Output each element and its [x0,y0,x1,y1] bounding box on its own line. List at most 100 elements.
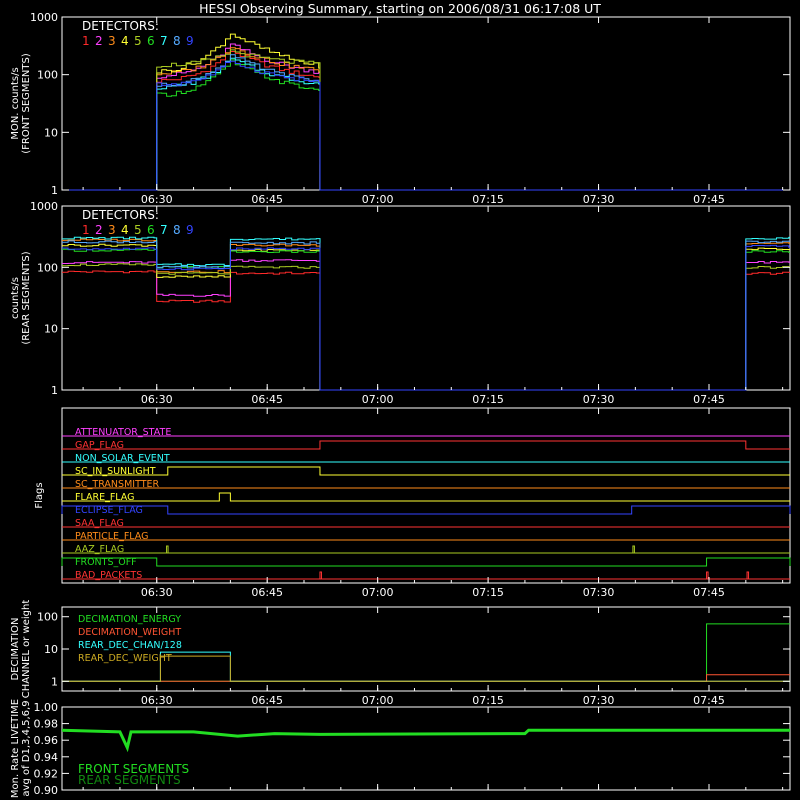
rear-panel-x-tick-label: 07:30 [583,393,615,406]
rear-panel-legend-detector-6: 6 [147,223,155,237]
flags-panel-x-tick-label: 07:00 [362,586,394,599]
flag-label: SC_TRANSMITTER [75,479,160,490]
livetime-panel-y-axis-label: Mon. Rate LIVETIME [10,699,21,798]
observing-summary-figure: HESSI Observing Summary, starting on 200… [10,1,791,798]
decimation-legend-entry: DECIMATION_WEIGHT [78,627,181,638]
rear-panel-x-tick-label: 07:00 [362,393,394,406]
rear-series-detector-8 [62,240,790,391]
decimation-panel-y-axis-label: DECIMATION [10,617,21,680]
front-panel-y-tick-label: 100 [37,69,58,82]
rear-panel-y-tick-label: 10 [44,323,58,336]
flags-panel-x-tick-label: 07:15 [472,586,504,599]
decimation-panel-x-tick-label: 07:45 [693,694,725,707]
rear-series-detector-3 [62,238,790,391]
front-panel-x-tick-label: 06:30 [141,193,173,206]
decimation-series-2 [62,674,790,682]
rear-panel-y-axis-label: counts/s [10,277,21,319]
decimation-panel-y-tick-label: 100 [37,611,58,624]
front-panel-legend-detector-5: 5 [134,34,142,48]
flags-panel-x-tick-label: 06:30 [141,586,173,599]
front-panel-y-tick-label: 1 [51,184,58,197]
rear-panel-legend-detector-5: 5 [134,223,142,237]
flags-panel-x-tick-label: 07:30 [583,586,615,599]
rear-panel-legend-detector-2: 2 [95,223,103,237]
front-panel-y-tick-label: 10 [44,126,58,139]
front-panel-legend-detector-6: 6 [147,34,155,48]
flag-label: AAZ_FLAG [75,544,124,555]
front-series-detector-4 [62,33,790,191]
rear-panel-y-tick-label: 1000 [30,200,58,213]
flags-panel-y-axis-label: Flags [34,482,45,508]
rear-series-detector-6 [62,248,790,391]
decimation-panel-y-axis-label: CHANNEL or weight [21,600,32,699]
rear-panel-legend-detector-9: 9 [186,223,194,237]
rear-panel-legend-detector-3: 3 [108,223,116,237]
front-panel-y-axis-label: (FRONT SEGMENTS) [21,53,32,154]
front-panel-x-tick-label: 07:00 [362,193,394,206]
decimation-panel-y-tick-label: 10 [44,643,58,656]
rear-panel-legend-detector-4: 4 [121,223,129,237]
decimation-panel-x-tick-label: 06:30 [141,694,173,707]
flag-line-fronts-off [61,557,791,567]
decimation-panel-x-tick-label: 07:00 [362,694,394,707]
flag-label: FRONTS_OFF [75,557,137,568]
livetime-panel-y-tick-label: 0.96 [34,734,59,747]
front-panel-legend-detector-2: 2 [95,34,103,48]
decimation-legend-entry: REAR_DEC_WEIGHT [78,653,172,664]
flag-label: ECLIPSE_FLAG [75,505,143,516]
front-panel-y-axis-label: MON. counts/s [10,67,21,139]
rear-series-detector-4 [62,243,790,391]
flag-line-sc-in-sunlight [62,466,790,476]
front-panel-legend-detector-9: 9 [186,34,194,48]
rear-panel-legend-detector-1: 1 [82,223,90,237]
rear-panel-legend-detector-8: 8 [173,223,181,237]
flag-label: BAD_PACKETS [75,570,142,581]
flag-label: GAP_FLAG [75,440,124,451]
rear-panel-y-tick-label: 1 [51,384,58,397]
rear-panel-legend-title: DETECTORS: [82,208,159,222]
livetime-front-series [61,728,790,753]
flag-label: ATTENUATOR_STATE [75,427,171,438]
rear-panel-frame [61,205,791,391]
decimation-legend-entry: DECIMATION_ENERGY [78,614,181,625]
flags-panel-x-tick-label: 07:45 [693,586,725,599]
rear-series-detector-7 [62,236,790,391]
decimation-panel-x-tick-label: 06:45 [251,694,283,707]
decimation-panel-x-tick-label: 07:30 [583,694,615,707]
livetime-panel-y-tick-label: 1.00 [34,701,59,714]
flag-line-gap-flag [62,440,790,450]
flag-label: PARTICLE_FLAG [75,531,148,542]
front-panel-x-tick-label: 07:45 [693,193,725,206]
decimation-legend-entry: REAR_DEC_CHAN/128 [78,640,182,651]
rear-panel-y-tick-label: 100 [37,261,58,274]
flag-line-aaz-flag [62,545,790,554]
front-panel-frame [61,16,791,191]
livetime-legend-entry: REAR SEGMENTS [78,773,181,787]
front-panel-y-tick-label: 1000 [30,11,58,24]
flags-panel-x-tick-label: 06:45 [251,586,283,599]
flag-label: SAA_FLAG [75,518,124,529]
front-series-detector-7 [62,57,790,191]
front-panel-legend-detector-1: 1 [82,34,90,48]
decimation-panel-x-tick-label: 07:15 [472,694,504,707]
rear-panel-x-tick-label: 07:45 [693,393,725,406]
rear-panel-legend-detector-7: 7 [160,223,168,237]
front-panel-x-tick-label: 07:15 [472,193,504,206]
rear-series-detector-2 [62,259,790,391]
livetime-panel-y-axis-label: avg of D1,3,4,5,6,9 [21,700,32,796]
figure-title: HESSI Observing Summary, starting on 200… [199,1,601,16]
livetime-panel-y-tick-label: 0.92 [34,767,59,780]
livetime-panel-y-tick-label: 0.94 [34,751,59,764]
front-panel-legend-detector-7: 7 [160,34,168,48]
flag-line-bad-packets [62,571,790,580]
rear-series-detector-1 [62,270,790,391]
rear-series-detector-5 [62,263,790,391]
front-panel-legend-title: DETECTORS: [82,19,159,33]
rear-panel-x-tick-label: 06:30 [141,393,173,406]
rear-panel-x-tick-label: 06:45 [251,393,283,406]
decimation-panel-y-tick-label: 1 [51,675,58,688]
front-panel-legend-detector-8: 8 [173,34,181,48]
flag-label: NON_SOLAR_EVENT [75,453,170,464]
flag-label: SC_IN_SUNLIGHT [75,466,156,477]
front-panel-legend-detector-3: 3 [108,34,116,48]
